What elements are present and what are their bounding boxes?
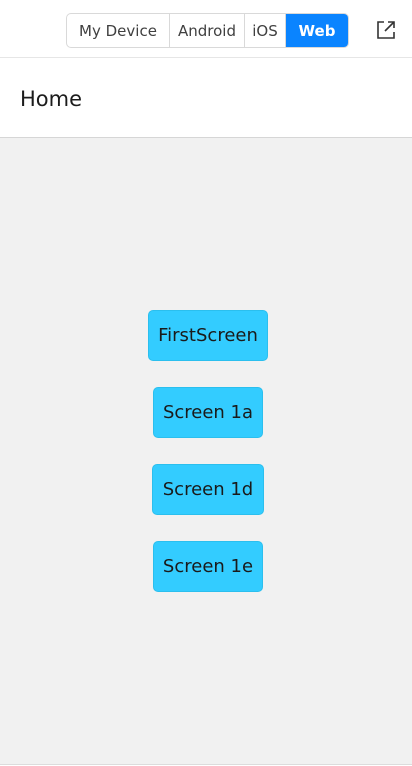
- button-label: Screen 1e: [162, 556, 254, 577]
- platform-option-label: Web: [298, 21, 336, 40]
- platform-option-android[interactable]: Android: [170, 14, 245, 47]
- screen-1d-button[interactable]: Screen 1d: [152, 464, 264, 515]
- main-content: FirstScreen Screen 1a Screen 1d Screen 1…: [0, 138, 412, 765]
- screen-header: Home: [0, 59, 412, 138]
- platform-switcher: My Device Android iOS Web: [66, 13, 349, 48]
- button-label: Screen 1a: [162, 402, 254, 423]
- platform-option-ios[interactable]: iOS: [245, 14, 286, 47]
- platform-option-label: Android: [178, 21, 236, 40]
- platform-option-my-device[interactable]: My Device: [67, 14, 170, 47]
- screen-1e-button[interactable]: Screen 1e: [153, 541, 263, 592]
- first-screen-button[interactable]: FirstScreen: [148, 310, 268, 361]
- platform-option-web[interactable]: Web: [286, 14, 348, 47]
- page-title: Home: [20, 87, 83, 111]
- button-label: Screen 1d: [162, 479, 254, 500]
- top-toolbar: My Device Android iOS Web: [0, 0, 412, 58]
- button-label: FirstScreen: [158, 325, 258, 346]
- external-link-icon[interactable]: [375, 19, 397, 41]
- platform-option-label: My Device: [79, 21, 157, 40]
- screen-1a-button[interactable]: Screen 1a: [153, 387, 263, 438]
- platform-option-label: iOS: [252, 21, 278, 40]
